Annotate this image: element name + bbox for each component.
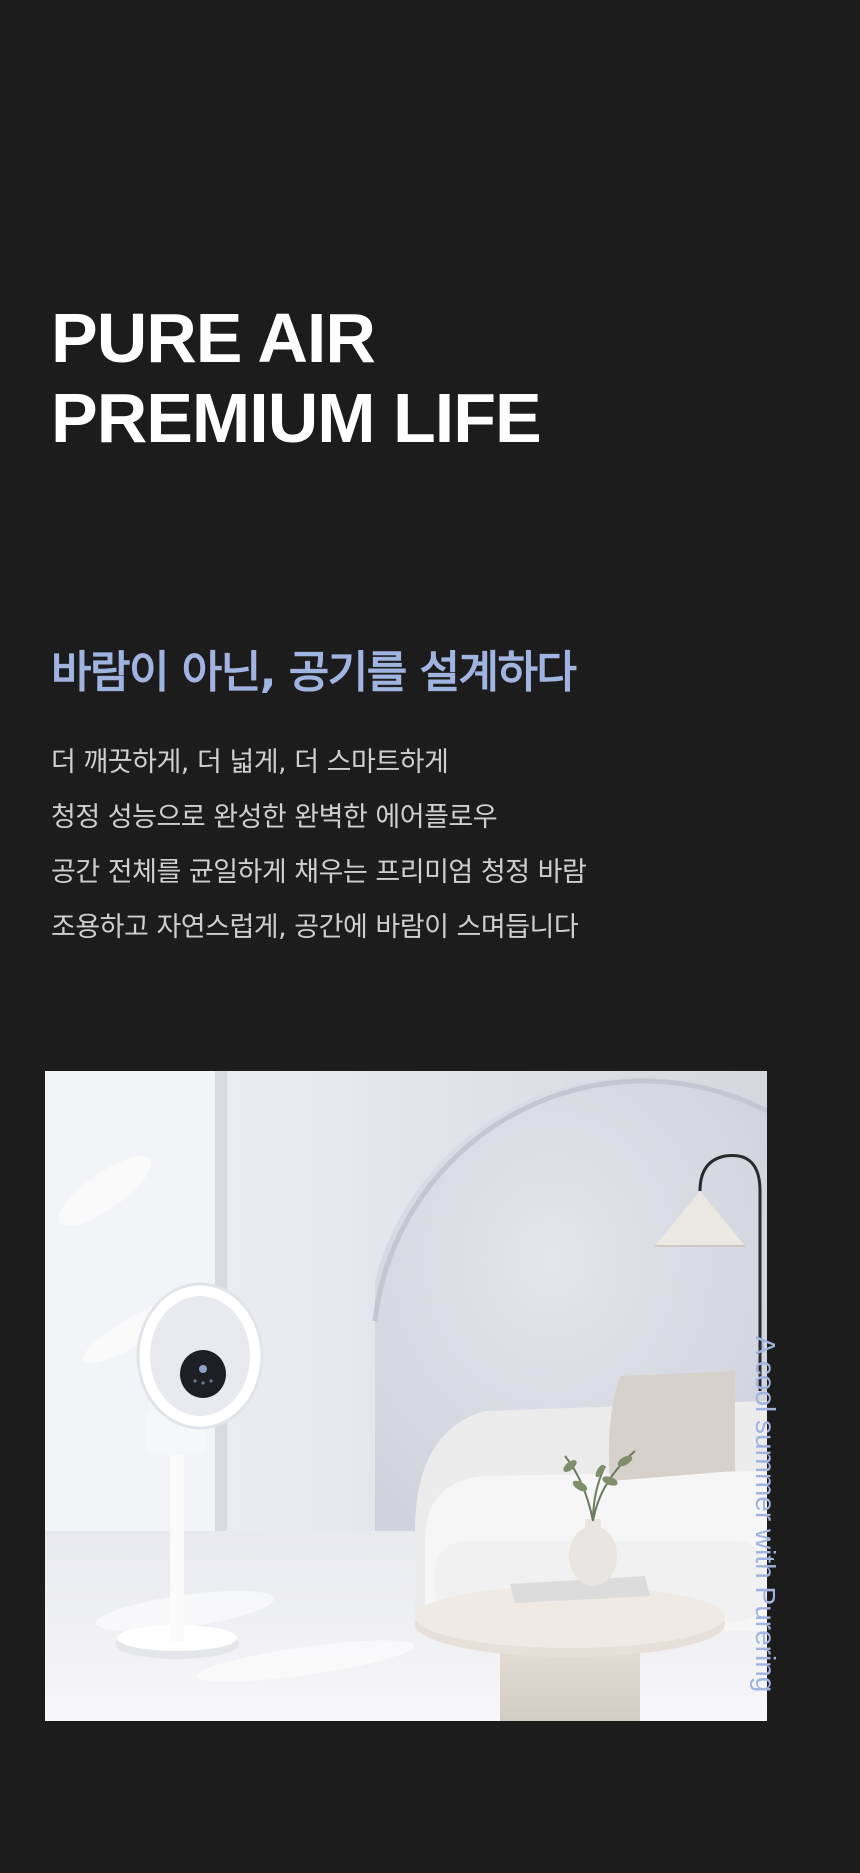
product-lifestyle-image xyxy=(45,1071,767,1721)
hero-line-1: PURE AIR xyxy=(51,299,376,377)
feature-description: 더 깨끗하게, 더 넓게, 더 스마트하게 청정 성능으로 완성한 완벽한 에어… xyxy=(51,735,587,955)
hero-line-2: PREMIUM LIFE xyxy=(51,379,542,457)
hero-headline: PURE AIR PREMIUM LIFE xyxy=(51,298,542,458)
description-line: 청정 성능으로 완성한 완벽한 에어플로우 xyxy=(51,802,498,833)
side-caption: A cool summer with Purering xyxy=(750,1336,781,1693)
section-subhead: 바람이 아닌, 공기를 설계하다 xyxy=(51,647,577,698)
description-line: 공간 전체를 균일하게 채우는 프리미엄 청정 바람 xyxy=(51,857,587,888)
description-line: 더 깨끗하게, 더 넓게, 더 스마트하게 xyxy=(51,747,449,778)
description-line: 조용하고 자연스럽게, 공간에 바람이 스며듭니다 xyxy=(51,912,579,943)
